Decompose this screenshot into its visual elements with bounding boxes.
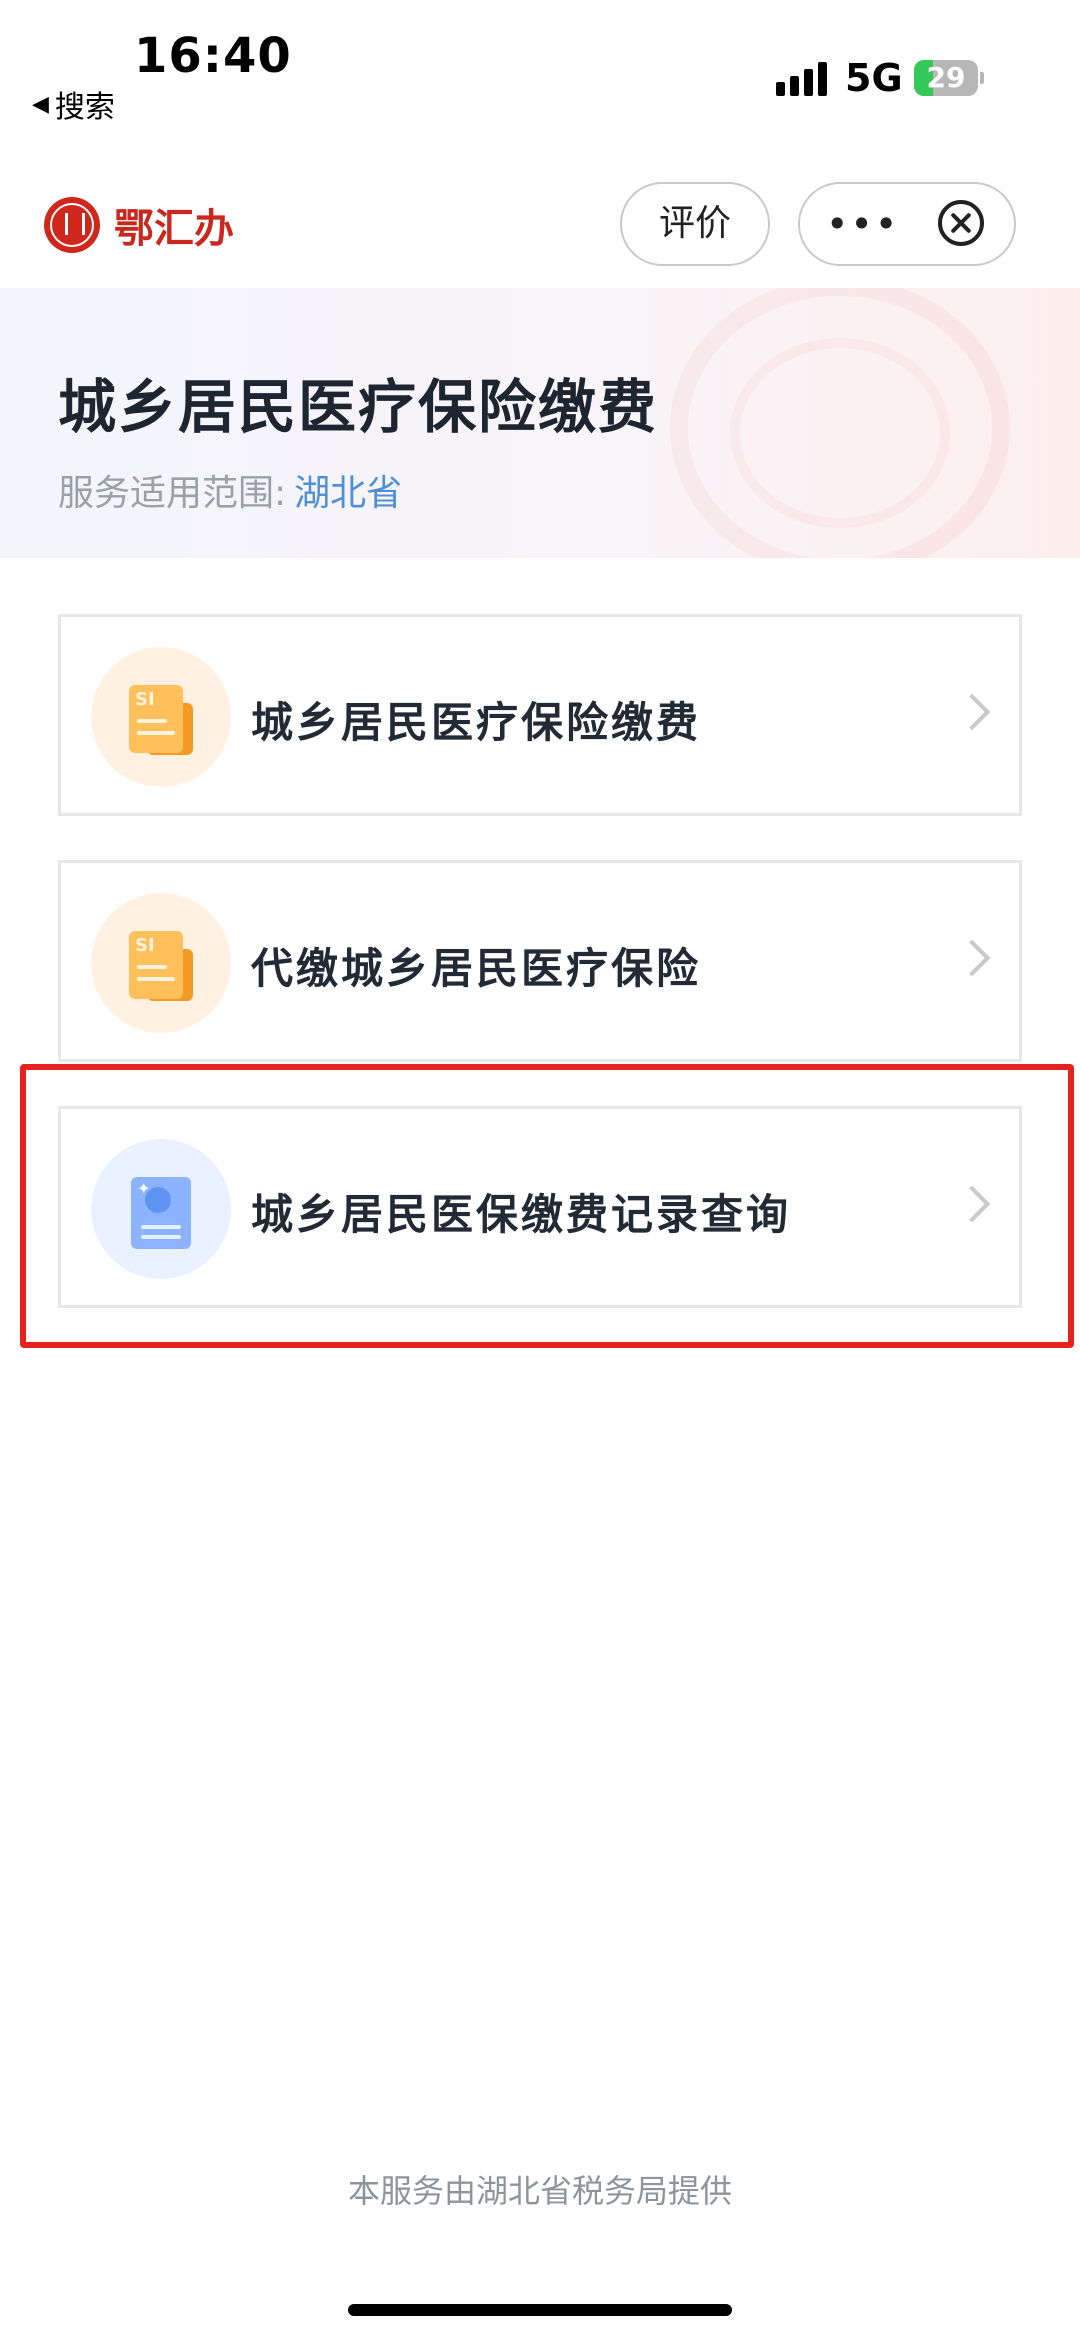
record-query-icon: ✦ bbox=[91, 1139, 231, 1279]
battery-level: 29 bbox=[926, 61, 966, 94]
service-card-proxy-payment[interactable]: SI 代缴城乡居民医疗保险 bbox=[58, 860, 1022, 1062]
battery-icon: 29 bbox=[914, 60, 984, 96]
back-to-search-link[interactable]: ◀ 搜索 bbox=[32, 82, 115, 126]
mini-program-navbar: 鄂汇办 评价 ••• bbox=[0, 170, 1080, 280]
back-triangle-icon: ◀ bbox=[32, 91, 49, 117]
rate-button[interactable]: 评价 bbox=[620, 182, 770, 266]
service-card-label: 代缴城乡居民医疗保险 bbox=[251, 944, 702, 993]
chevron-right-icon bbox=[953, 1185, 991, 1223]
status-bar: 16:40 ◀ 搜索 5G 29 bbox=[0, 0, 1080, 140]
service-card-medical-insurance-payment[interactable]: SI 城乡居民医疗保险缴费 bbox=[58, 614, 1022, 816]
brand-name: 鄂汇办 bbox=[114, 205, 234, 252]
scope-label: 服务适用范围: bbox=[58, 473, 287, 514]
page-title: 城乡居民医疗保险缴费 bbox=[58, 373, 659, 441]
header-banner: 城乡居民医疗保险缴费 服务适用范围: 湖北省 bbox=[0, 288, 1080, 558]
more-icon[interactable]: ••• bbox=[826, 204, 897, 244]
status-time: 16:40 bbox=[134, 28, 292, 84]
service-card-label: 城乡居民医疗保险缴费 bbox=[251, 698, 702, 747]
service-card-label: 城乡居民医保缴费记录查询 bbox=[251, 1190, 792, 1239]
back-search-label: 搜索 bbox=[54, 90, 115, 125]
footer-provider-text: 本服务由湖北省税务局提供 bbox=[347, 2172, 732, 2210]
home-indicator[interactable] bbox=[348, 2304, 732, 2316]
menu-capsule: ••• bbox=[798, 182, 1016, 266]
brand-logo-icon bbox=[44, 197, 100, 253]
service-scope: 服务适用范围: 湖北省 bbox=[58, 464, 402, 516]
document-si-icon: SI bbox=[91, 893, 231, 1033]
close-circle-icon[interactable] bbox=[938, 200, 984, 246]
network-type: 5G bbox=[845, 56, 903, 100]
seal-watermark-inner bbox=[730, 338, 950, 528]
chevron-right-icon bbox=[953, 693, 991, 731]
service-card-payment-record-query[interactable]: ✦ 城乡居民医保缴费记录查询 bbox=[58, 1106, 1022, 1308]
capsule-divider bbox=[910, 204, 911, 244]
chevron-right-icon bbox=[953, 939, 991, 977]
brand: 鄂汇办 bbox=[44, 196, 234, 254]
signal-icon bbox=[776, 60, 828, 96]
page: 16:40 ◀ 搜索 5G 29 鄂汇办 评价 ••• 城乡居民医疗保险缴费 服… bbox=[0, 0, 1080, 2341]
scope-value: 湖北省 bbox=[294, 473, 403, 514]
document-si-icon: SI bbox=[91, 647, 231, 787]
